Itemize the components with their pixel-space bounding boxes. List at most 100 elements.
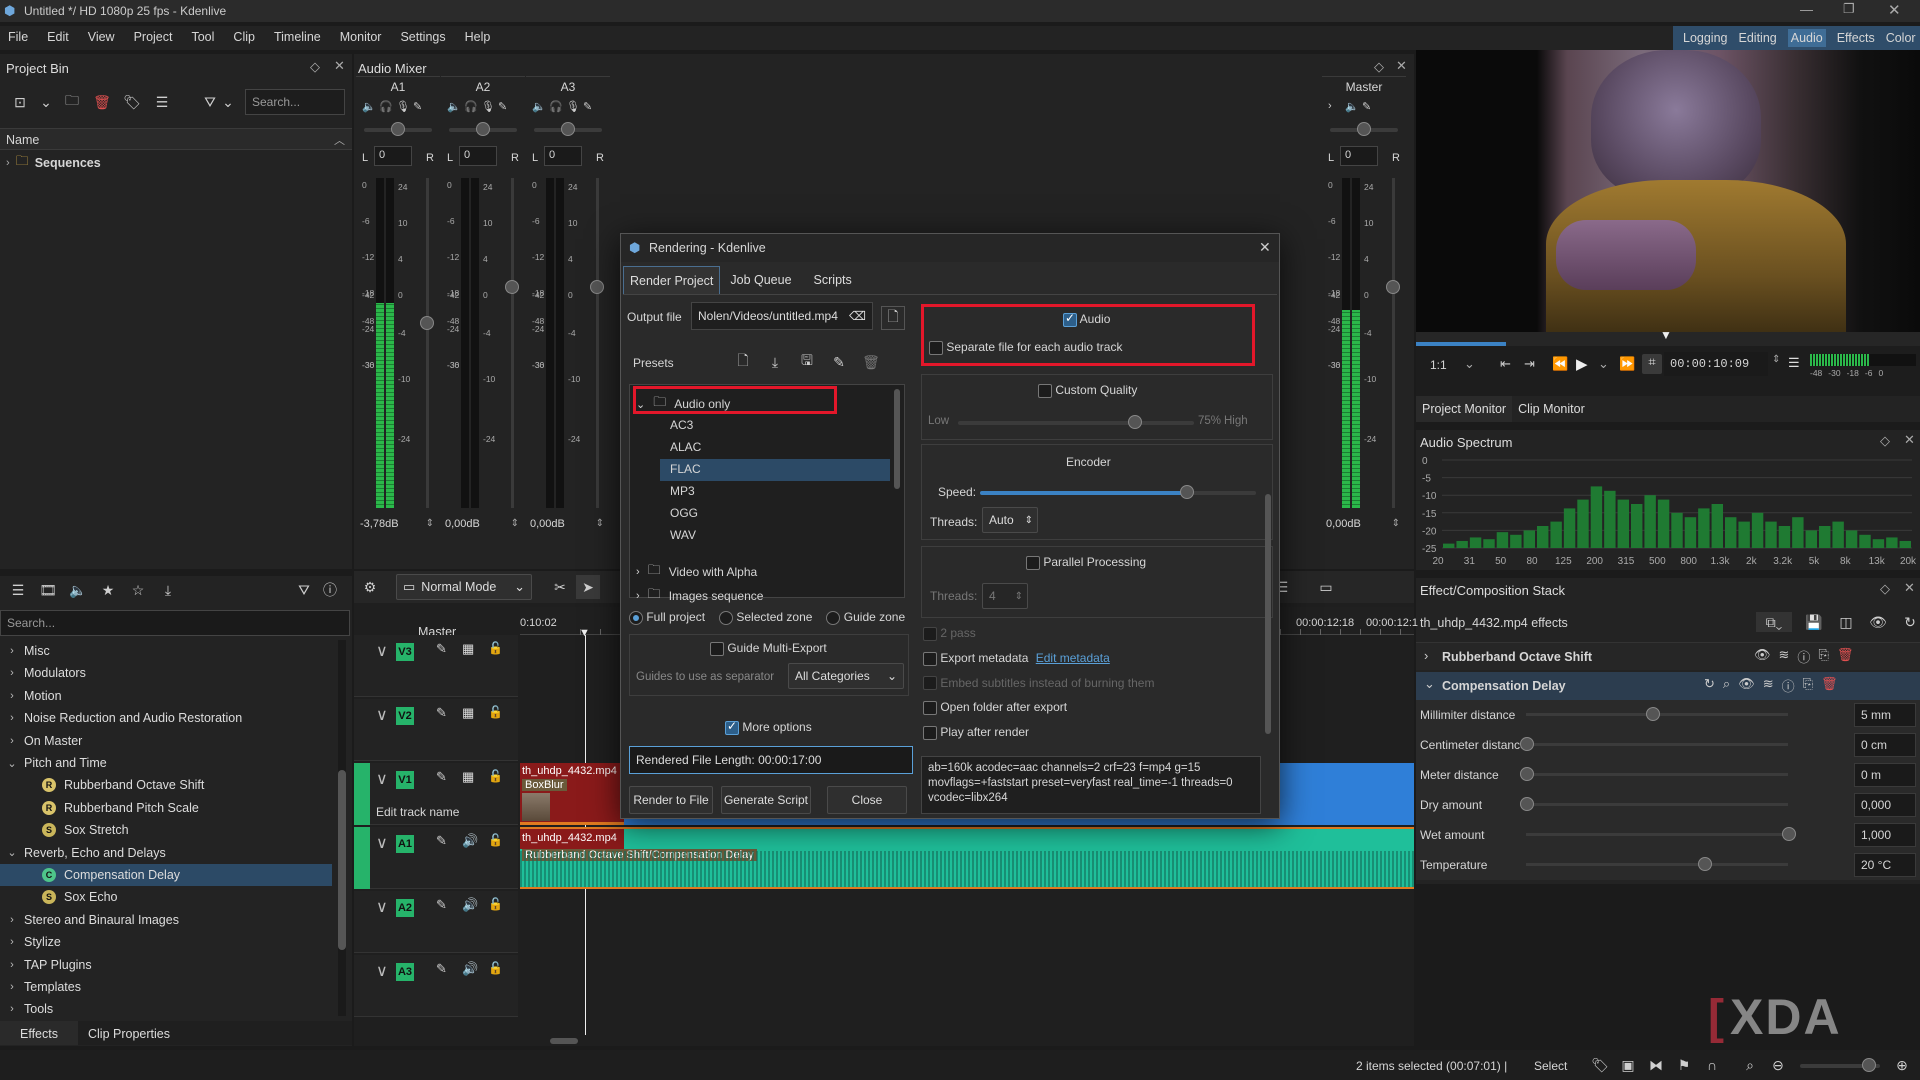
param-slider[interactable] [1526, 773, 1788, 776]
spin-icon[interactable]: ⇕ [596, 518, 604, 529]
download-preset-icon[interactable]: ⤓ [765, 352, 785, 372]
preset-ac3[interactable]: AC3 [660, 415, 890, 437]
lock-icon[interactable]: 🔓 [488, 769, 503, 783]
tab-project-monitor[interactable]: Project Monitor [1416, 396, 1513, 422]
param-value-field[interactable]: 5 mm [1854, 703, 1916, 727]
info-icon[interactable]: ⓘ [320, 580, 340, 600]
menu-settings[interactable]: Settings [400, 30, 445, 44]
param-slider[interactable] [1526, 743, 1788, 746]
quality-slider[interactable] [958, 421, 1194, 425]
gain-spinbox[interactable]: 0 [459, 146, 497, 166]
menu-project[interactable]: Project [134, 30, 173, 44]
tab-clip-properties[interactable]: Clip Properties [78, 1021, 180, 1045]
preset-group-images[interactable]: › 🗀 Images sequence [636, 585, 763, 607]
param-slider-knob[interactable] [1520, 737, 1534, 751]
headphones-icon[interactable]: 🎧 [549, 100, 563, 113]
render-params-text[interactable]: ab=160k acodec=aac channels=2 crf=23 f=m… [921, 756, 1261, 814]
gain-spinbox[interactable]: 0 [374, 146, 412, 166]
workspace-logging[interactable]: Logging [1683, 31, 1728, 45]
fx-icon[interactable]: ✎ [583, 100, 592, 113]
fx-icon[interactable]: ✎ [436, 769, 447, 785]
zoom-fit-icon[interactable]: ⌕ [1740, 1055, 1760, 1075]
menu-edit[interactable]: Edit [47, 30, 69, 44]
guide-multi-export-checkbox[interactable]: Guide Multi-Export [710, 641, 827, 656]
collapse-icon[interactable]: ∨ [376, 897, 388, 917]
export-metadata-checkbox[interactable]: Export metadata Edit metadata [923, 651, 1154, 666]
tab-job-queue[interactable]: Job Queue [720, 266, 801, 294]
volume-fader[interactable] [1392, 178, 1395, 508]
compare-icon[interactable]: ⧉⌄ [1756, 612, 1792, 632]
play-icon[interactable]: ▶ [1576, 355, 1588, 373]
speaker-icon[interactable]: 🔊 [462, 897, 478, 913]
speaker-icon[interactable]: 🔊 [462, 961, 478, 977]
mic-icon[interactable]: 🎙 [566, 100, 580, 113]
monitor-ruler[interactable]: ▼ [1416, 328, 1920, 346]
param-value-field[interactable]: 0,000 [1854, 793, 1916, 817]
effect-item-sox-stretch[interactable]: S Sox Stretch [0, 819, 332, 841]
db-value[interactable]: 0,00dB ⇕ [1326, 518, 1402, 536]
effect-group-stylize[interactable]: › Stylize [0, 931, 332, 953]
param-value-field[interactable]: 0 cm [1854, 733, 1916, 757]
tab-render-project[interactable]: Render Project [623, 266, 721, 294]
audio-effects-icon[interactable]: 🔈 [68, 580, 88, 600]
gain-spinbox[interactable]: 0 [544, 146, 582, 166]
volume-fader-knob[interactable] [420, 316, 434, 330]
chevron-down-icon[interactable]: ⌄ [222, 92, 234, 112]
preset-group-video-alpha[interactable]: › 🗀 Video with Alpha [636, 561, 757, 583]
film-icon[interactable]: ▦ [462, 641, 474, 657]
effect-item-rubberband-pitch-scale[interactable]: R Rubberband Pitch Scale [0, 797, 332, 819]
generate-script-button[interactable]: Generate Script [721, 786, 811, 814]
playhead-marker-icon[interactable]: ▼ [579, 627, 590, 639]
chevron-down-icon[interactable]: ⌄ [40, 92, 52, 112]
spin-icon[interactable]: ⇕ [511, 518, 519, 529]
pan-knob[interactable] [1357, 122, 1371, 136]
split-icon[interactable]: ◫ [1836, 612, 1856, 632]
snap-icon[interactable]: ∩ [1702, 1055, 1722, 1075]
radio-full-project[interactable]: Full project [629, 610, 705, 625]
delete-icon[interactable]: 🗑 [1821, 676, 1838, 695]
track-header-v2[interactable]: ∨ V2 ✎ ▦ 🔓 [354, 699, 518, 761]
effect-group-noise-reduction-and-audio-restoration[interactable]: › Noise Reduction and Audio Restoration [0, 707, 332, 729]
speaker-icon[interactable]: 🔈 [447, 100, 461, 113]
zoom-out-icon[interactable]: ⊖ [1768, 1055, 1788, 1075]
lock-icon[interactable]: 🔓 [488, 833, 503, 847]
close-button[interactable]: Close [827, 786, 907, 814]
lock-icon[interactable]: 🔓 [488, 961, 503, 975]
eye-icon[interactable]: 👁 [1868, 612, 1888, 632]
effect-item-rubberband-octave-shift[interactable]: R Rubberband Octave Shift [0, 774, 332, 796]
parallel-threads-spinbox[interactable]: 4 ⇕ [982, 583, 1028, 609]
bin-item-sequences[interactable]: › 🗀 Sequences [6, 152, 101, 174]
speaker-icon[interactable]: 🔊 [462, 833, 478, 849]
sliders-icon[interactable]: ≋ [1779, 647, 1790, 666]
list-view-icon[interactable]: ☰ [152, 92, 172, 112]
sliders-icon[interactable]: ≋ [1763, 676, 1774, 695]
video-effects-icon[interactable]: 🎞 [38, 580, 58, 600]
track-header-v1[interactable]: ∨ V1 ✎ ▦ 🔓 Edit track name [354, 763, 518, 825]
workspace-audio[interactable]: Audio [1787, 29, 1826, 47]
param-slider[interactable] [1526, 803, 1788, 806]
lock-icon[interactable]: 🔓 [488, 641, 503, 655]
collapse-icon[interactable]: ∨ [376, 705, 388, 725]
effect-row-compensation[interactable]: ⌄ Compensation Delay ↻ ⌕ 👁 ≋ ⓘ ⎘ 🗑 [1416, 672, 1920, 700]
rewind-icon[interactable]: ⏪ [1552, 356, 1568, 372]
collapse-icon[interactable]: ∨ [376, 961, 388, 981]
video-clip[interactable]: th_uhdp_4432.mp4 BoxBlur [520, 763, 624, 825]
menu-timeline[interactable]: Timeline [274, 30, 321, 44]
collapse-icon[interactable]: ∨ [376, 769, 388, 789]
preset-ogg[interactable]: OGG [660, 503, 890, 525]
volume-fader[interactable] [511, 178, 514, 508]
delete-icon[interactable]: 🗑 [92, 92, 112, 112]
info-icon[interactable]: ⓘ [1797, 647, 1810, 666]
browse-file-icon[interactable]: 🗋 [881, 306, 905, 330]
thumbnail-icon[interactable]: ▣ [1618, 1055, 1638, 1075]
speaker-icon[interactable]: 🔈 [1345, 100, 1359, 113]
download-icon[interactable]: ⤓ [158, 580, 178, 600]
eye-icon[interactable]: 👁 [1738, 676, 1755, 695]
fx-icon[interactable]: ✎ [413, 100, 422, 113]
workspace-editing[interactable]: Editing [1739, 31, 1777, 45]
menu-file[interactable]: File [8, 30, 28, 44]
info-icon[interactable]: ⓘ [1782, 676, 1795, 695]
zoom-icon[interactable]: ⌕ [1723, 676, 1730, 695]
copy-icon[interactable]: ⎘ [1803, 676, 1813, 695]
timeline-hscroll[interactable] [550, 1038, 578, 1044]
